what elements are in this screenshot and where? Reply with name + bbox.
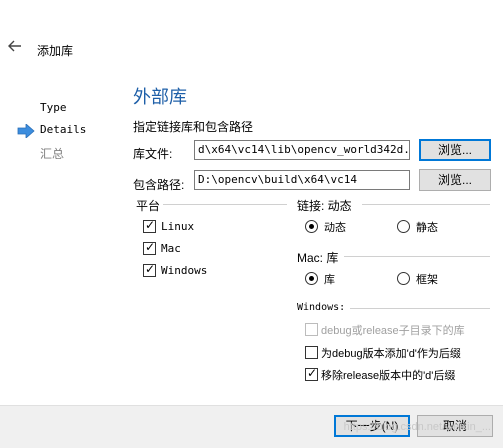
- dynamic-radio[interactable]: [305, 220, 318, 233]
- framework-label: 框架: [416, 274, 438, 286]
- static-radio[interactable]: [397, 220, 410, 233]
- linux-label: Linux: [161, 220, 195, 233]
- step-type: Type: [40, 101, 67, 114]
- dialog-title: 添加库: [37, 44, 74, 58]
- back-arrow-icon[interactable]: [8, 40, 24, 54]
- browse-library-button[interactable]: 浏览...: [419, 139, 491, 161]
- dynamic-label: 动态: [324, 222, 346, 234]
- library-file-label: 库文件:: [133, 147, 173, 161]
- remove-d-suffix-checkbox[interactable]: ✓: [305, 366, 318, 381]
- mac-group-title: Mac: 库: [297, 251, 339, 265]
- current-step-arrow-icon: [17, 123, 35, 139]
- library-file-input[interactable]: d\x64\vc14\lib\opencv_world342d.lib: [194, 140, 410, 160]
- mac-divider: [344, 256, 490, 257]
- include-path-label: 包含路径:: [133, 178, 185, 192]
- add-d-suffix-label: 为debug版本添加'd'作为后缀: [321, 348, 461, 360]
- remove-d-suffix-label: 移除release版本中的'd'后缀: [321, 370, 456, 382]
- debug-release-subdir-label: debug或release子目录下的库: [321, 325, 465, 337]
- step-summary: 汇总: [40, 147, 65, 161]
- debug-release-subdir-checkbox[interactable]: [305, 323, 318, 336]
- linkage-divider: [362, 204, 490, 205]
- linux-checkbox[interactable]: ✓: [143, 218, 156, 233]
- windows-checkbox[interactable]: ✓: [143, 262, 156, 277]
- step-details: Details: [40, 123, 87, 136]
- watermark: https://blog.csdn.net/weixin_...: [343, 421, 491, 433]
- windows-group-title: Windows:: [297, 302, 346, 313]
- mac-label: Mac: [161, 242, 181, 255]
- section-subtitle: 指定链接库和包含路径: [133, 120, 254, 134]
- library-label: 库: [324, 274, 335, 286]
- linkage-group-title: 链接: 动态: [297, 199, 352, 213]
- library-radio[interactable]: [305, 272, 318, 285]
- add-d-suffix-checkbox[interactable]: [305, 346, 318, 359]
- mac-checkbox[interactable]: ✓: [143, 240, 156, 255]
- include-path-input[interactable]: D:\opencv\build\x64\vc14: [194, 170, 410, 190]
- framework-radio[interactable]: [397, 272, 410, 285]
- platform-group-title: 平台: [136, 199, 161, 213]
- windows-divider: [350, 308, 490, 309]
- platform-divider: [163, 204, 287, 205]
- windows-label: Windows: [161, 264, 208, 277]
- static-label: 静态: [416, 222, 438, 234]
- browse-include-button[interactable]: 浏览...: [419, 169, 491, 191]
- section-title: 外部库: [133, 87, 187, 107]
